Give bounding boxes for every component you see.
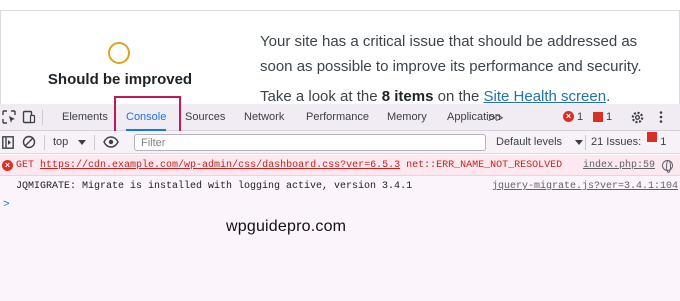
request-method: GET — [16, 160, 35, 171]
execution-context-select[interactable]: top — [53, 131, 68, 154]
issue-counter[interactable]: 1 — [593, 111, 612, 124]
health-more-suffix: . — [606, 88, 611, 105]
tab-elements[interactable]: Elements — [62, 104, 108, 131]
console-filter-input[interactable] — [134, 134, 486, 151]
devtools-tab-bar: Elements Console Sources Network Perform… — [0, 104, 680, 131]
divider — [44, 135, 45, 150]
widget-border — [0, 10, 680, 11]
widget-border — [0, 10, 1, 104]
log-levels-dropdown[interactable]: Default levels — [496, 131, 562, 154]
error-counter[interactable]: × 1 — [563, 111, 583, 124]
issue-flag-icon — [593, 112, 603, 122]
error-circle-icon: × — [2, 160, 13, 171]
issues-button[interactable]: 21 Issues: 1 — [591, 131, 666, 154]
settings-gear-icon[interactable] — [630, 110, 645, 125]
tab-network[interactable]: Network — [244, 104, 284, 131]
error-circle-icon: × — [563, 111, 574, 122]
site-health-widget: Should be improved Your site has a criti… — [0, 0, 680, 105]
chevron-down-icon[interactable] — [78, 140, 86, 145]
issue-flag-icon — [647, 132, 658, 142]
message-source-link[interactable]: jquery-migrate.js?ver=3.4.1:104 — [492, 176, 678, 197]
console-prompt[interactable]: > — [3, 199, 10, 211]
issues-count: 1 — [660, 136, 667, 148]
issues-label: 21 Issues: — [591, 136, 642, 148]
divider — [94, 135, 95, 150]
clear-console-icon[interactable] — [22, 135, 36, 149]
console-toolbar: top Default levels 21 Issues: 1 — [0, 131, 680, 154]
site-health-link[interactable]: Site Health screen — [484, 88, 607, 105]
chevron-down-icon[interactable] — [575, 140, 583, 145]
health-more-prefix: Take a look at the — [260, 88, 382, 105]
health-more-middle: on the — [433, 88, 484, 105]
divider — [585, 135, 586, 150]
network-globe-icon — [662, 160, 673, 173]
error-message-text: GET https://cdn.example.com/wp-admin/css… — [16, 155, 562, 176]
health-status-label: Should be improved — [47, 71, 193, 88]
message-source-link[interactable]: index.php:59 — [583, 155, 655, 176]
health-message: Your site has a critical issue that shou… — [260, 33, 642, 75]
request-url-link[interactable]: https://cdn.example.com/wp-admin/css/das… — [40, 160, 400, 171]
error-detail: net::ERR_NAME_NOT_RESOLVED — [406, 160, 563, 171]
inspect-element-icon[interactable] — [2, 110, 16, 124]
console-error-message: × GET https://cdn.example.com/wp-admin/c… — [0, 155, 680, 176]
more-tabs-button[interactable]: >> — [488, 104, 503, 131]
log-message-text: JQMIGRATE: Migrate is installed with log… — [16, 181, 413, 192]
device-toolbar-icon[interactable] — [22, 110, 36, 124]
divider — [42, 110, 43, 125]
health-status-ring-icon — [108, 42, 130, 64]
tab-performance[interactable]: Performance — [306, 104, 369, 131]
health-items-count: 8 items — [381, 88, 434, 105]
more-options-kebab-icon[interactable] — [658, 110, 664, 124]
health-more-line: Take a look at the 8 items on the Site H… — [260, 88, 610, 105]
tab-sources[interactable]: Sources — [185, 104, 225, 131]
console-log-message: JQMIGRATE: Migrate is installed with log… — [0, 176, 680, 197]
tab-console[interactable]: Console — [126, 104, 167, 131]
tab-memory[interactable]: Memory — [387, 104, 427, 131]
live-expression-eye-icon[interactable] — [103, 136, 119, 148]
issue-count: 1 — [606, 111, 613, 123]
watermark-text: wpguidepro.com — [226, 218, 347, 235]
error-count: 1 — [577, 111, 584, 123]
sidebar-toggle-icon[interactable] — [2, 136, 14, 149]
